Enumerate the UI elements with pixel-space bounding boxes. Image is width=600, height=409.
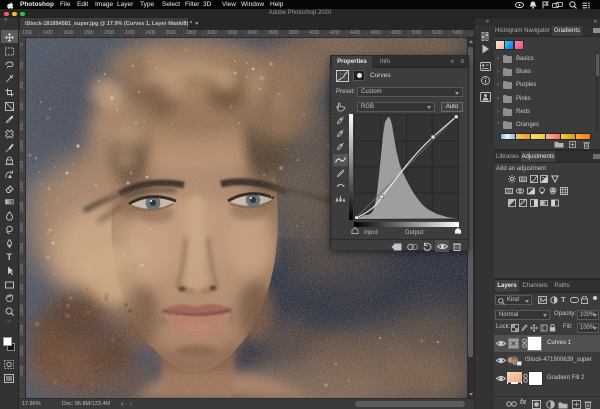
svg-text:T: T: [7, 252, 13, 262]
